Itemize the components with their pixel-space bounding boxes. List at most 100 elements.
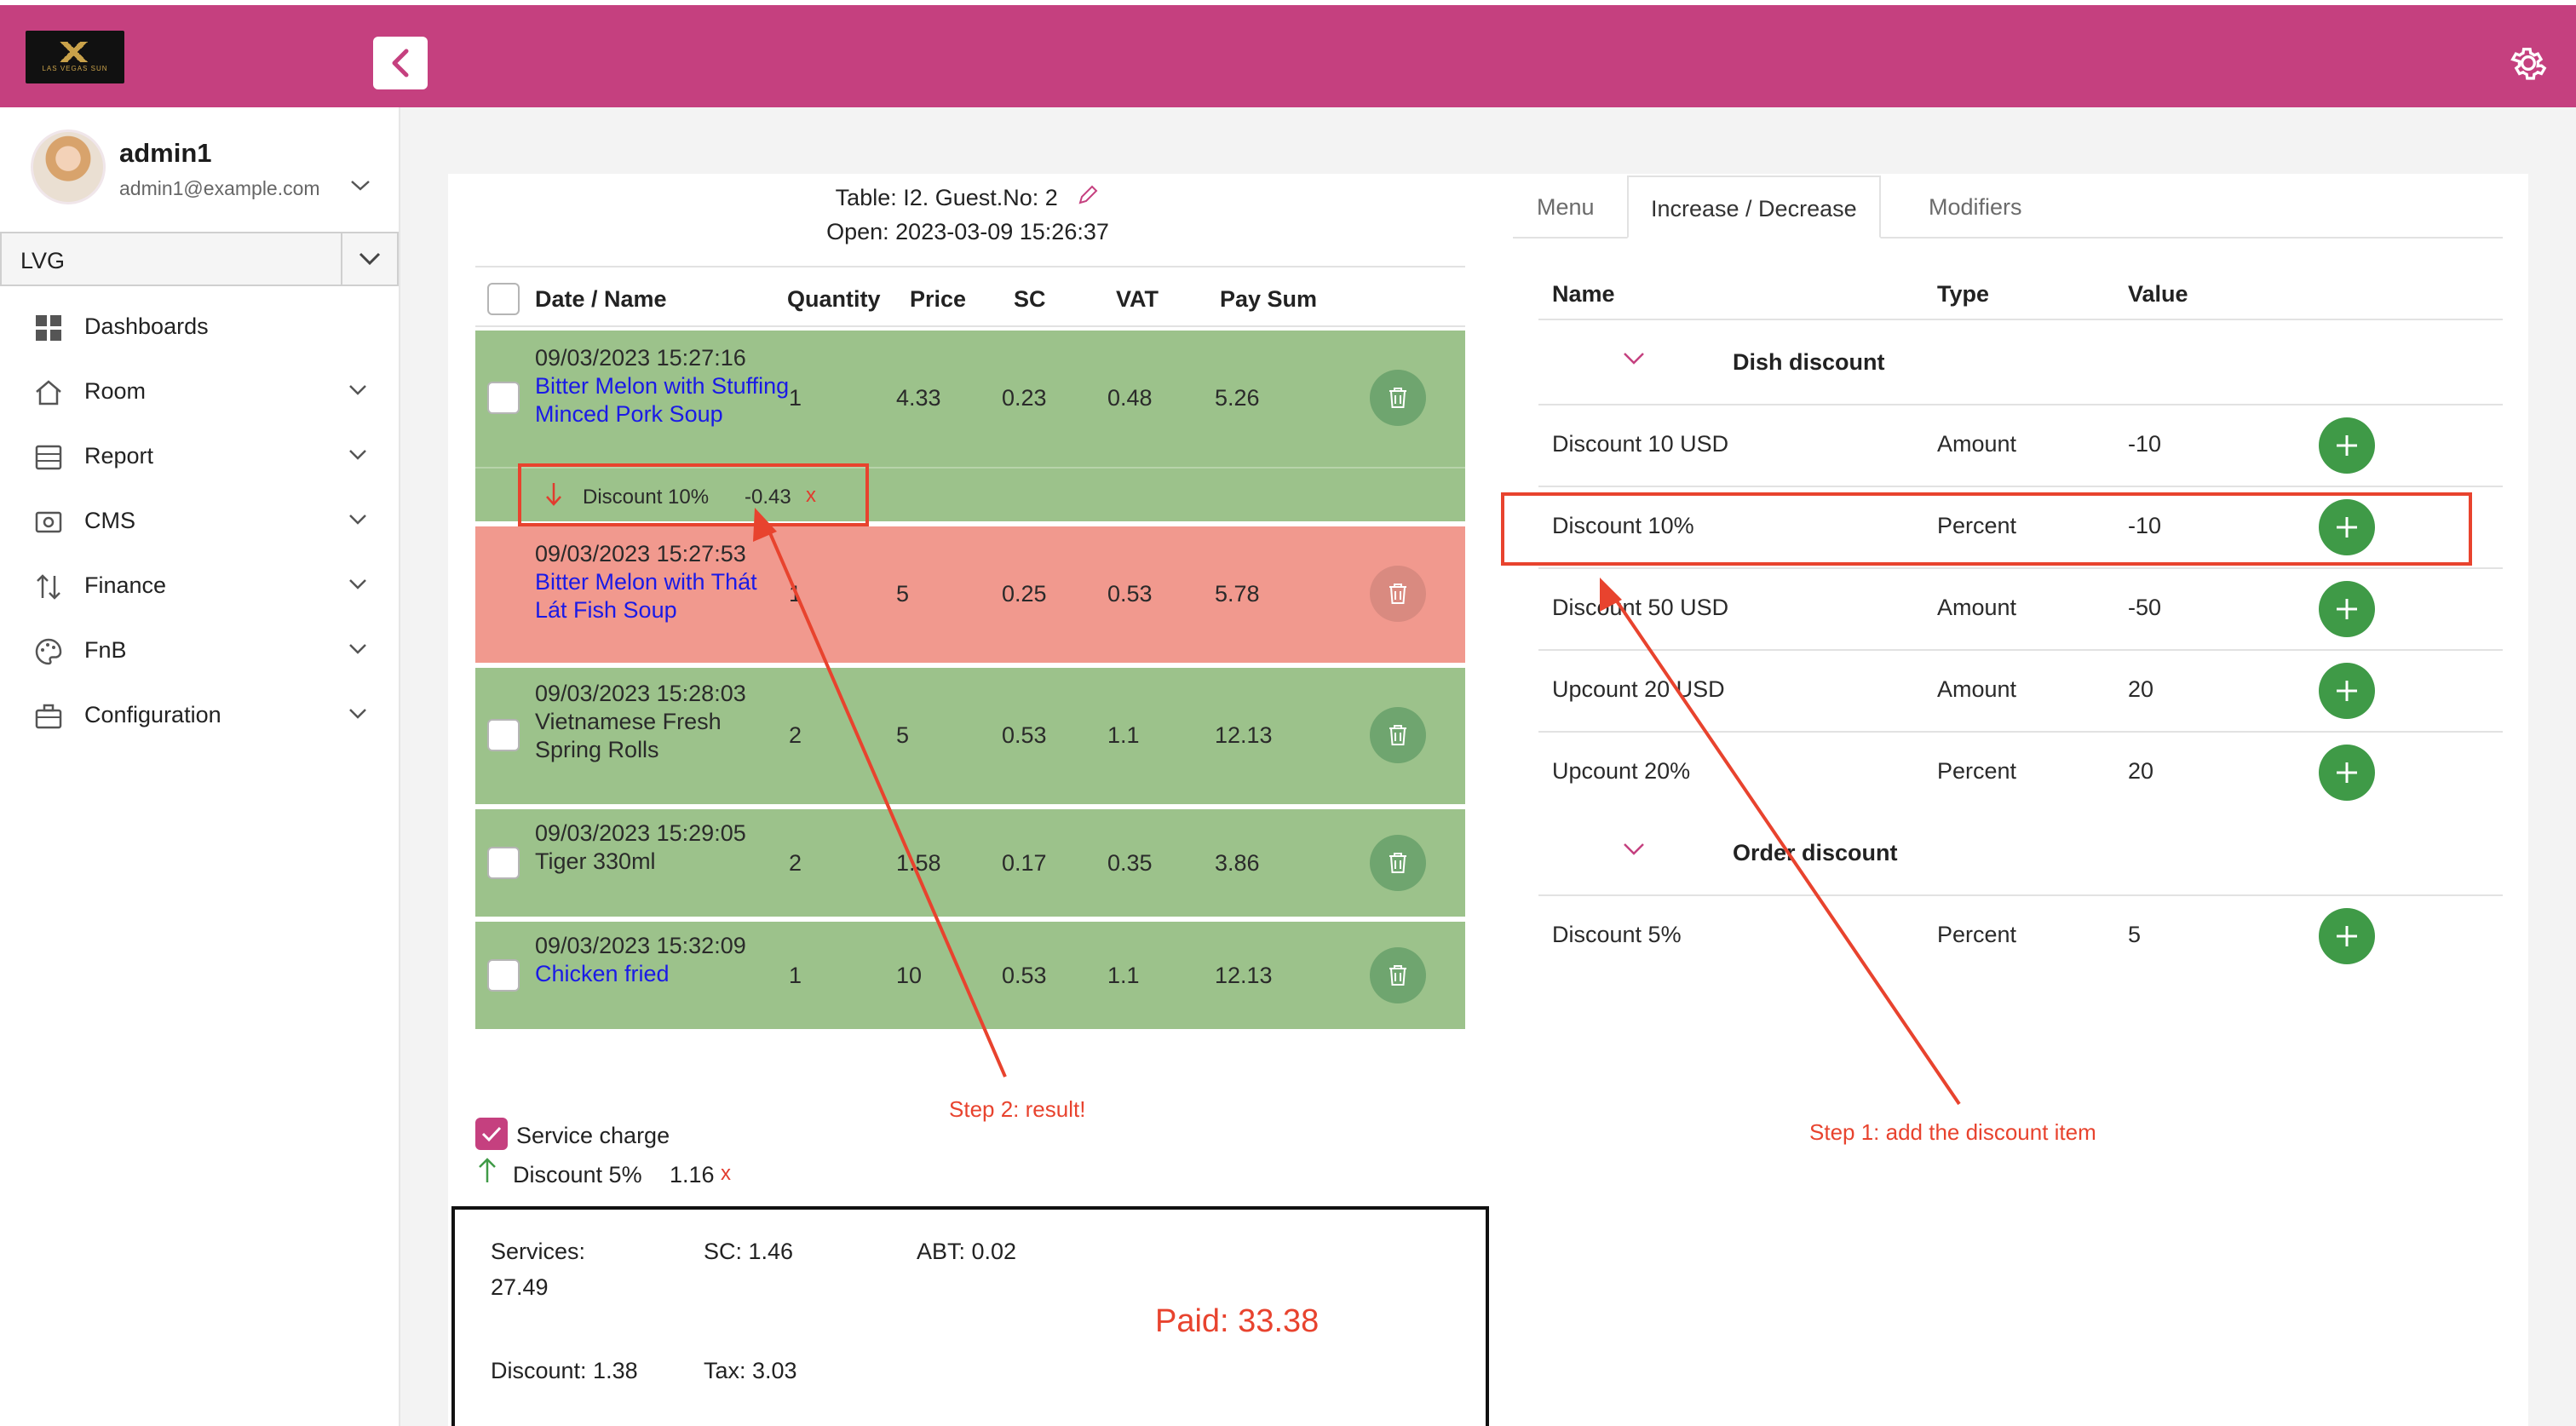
col-date-name: Date / Name: [535, 286, 667, 312]
delete-item-button[interactable]: [1370, 370, 1426, 426]
plus-icon: [2337, 926, 2357, 946]
add-discount-button[interactable]: [2319, 417, 2375, 474]
delete-item-button[interactable]: [1370, 835, 1426, 891]
item-name-link[interactable]: Bitter Melon with Thát Lát Fish Soup: [535, 568, 782, 624]
item-price: 10: [896, 963, 923, 988]
organization-select-toggle[interactable]: [341, 233, 397, 285]
sidebar-item-report[interactable]: Report: [0, 424, 399, 489]
row-checkbox[interactable]: [487, 959, 520, 992]
item-name-link[interactable]: Chicken fried: [535, 960, 765, 988]
trash-icon: [1389, 965, 1406, 986]
add-discount-button[interactable]: [2319, 663, 2375, 719]
trash-icon: [1389, 584, 1406, 604]
chevron-down-icon[interactable]: [349, 179, 371, 193]
brand-logo[interactable]: LAS VEGAS SUN: [26, 31, 124, 83]
remove-order-discount-button[interactable]: x: [721, 1162, 731, 1186]
col-value: Value: [2128, 281, 2188, 307]
sidebar-item-finance[interactable]: Finance: [0, 554, 399, 618]
plus-icon: [2337, 681, 2357, 701]
chevron-left-icon: [392, 49, 409, 78]
sidebar-item-configuration[interactable]: Configuration: [0, 683, 399, 748]
plus-icon: [2337, 435, 2357, 456]
item-vat: 0.53: [1107, 581, 1153, 607]
item-qty: 1: [789, 385, 802, 411]
chevron-down-icon[interactable]: [1622, 351, 1646, 366]
report-icon: [35, 445, 62, 470]
add-discount-button[interactable]: [2319, 581, 2375, 637]
divider: [475, 325, 1465, 327]
divider: [1538, 731, 2503, 733]
col-sc: SC: [1014, 286, 1046, 312]
collapse-sidebar-button[interactable]: [373, 37, 428, 89]
trash-icon: [1389, 725, 1406, 745]
discount-name: Discount 10 USD: [1552, 431, 1729, 457]
divider: [1538, 319, 2503, 320]
tab-menu[interactable]: Menu: [1537, 175, 1595, 239]
order-discount-label: Discount 5%: [513, 1162, 642, 1187]
user-profile[interactable]: admin1 admin1@example.com: [31, 129, 388, 211]
arrow-up-icon: [479, 1158, 496, 1182]
settings-button[interactable]: [2504, 39, 2552, 87]
tab-modifiers[interactable]: Modifiers: [1929, 175, 2022, 239]
order-row[interactable]: 09/03/2023 15:28:03 Vietnamese Fresh Spr…: [475, 668, 1465, 804]
order-row[interactable]: 09/03/2023 15:27:53 Bitter Melon with Th…: [475, 526, 1465, 663]
item-price: 1.58: [896, 850, 941, 876]
sidebar-item-label: Room: [84, 378, 147, 404]
sidebar-item-fnb[interactable]: FnB: [0, 618, 399, 683]
col-quantity: Quantity: [787, 286, 881, 312]
divider: [1538, 567, 2503, 569]
delete-item-button[interactable]: [1370, 566, 1426, 622]
col-vat: VAT: [1116, 286, 1159, 312]
item-vat: 0.48: [1107, 385, 1153, 411]
sidebar-item-cms[interactable]: CMS: [0, 489, 399, 554]
item-name-link[interactable]: Bitter Melon with Stuffing Minced Pork S…: [535, 372, 791, 428]
delete-item-button[interactable]: [1370, 707, 1426, 763]
row-checkbox[interactable]: [487, 382, 520, 414]
summary-discount: Discount: 1.38: [491, 1358, 638, 1383]
row-checkbox[interactable]: [487, 719, 520, 751]
item-date: 09/03/2023 15:32:09: [535, 933, 746, 958]
item-sum: 12.13: [1215, 722, 1273, 748]
item-name: Vietnamese Fresh Spring Rolls: [535, 709, 722, 762]
organization-select[interactable]: LVG: [0, 232, 399, 286]
organization-select-value: LVG: [20, 248, 66, 273]
row-checkbox[interactable]: [487, 847, 520, 879]
logo-text: LAS VEGAS SUN: [42, 65, 108, 72]
order-discount-value: 1.16: [670, 1162, 715, 1187]
item-date-name: 09/03/2023 15:32:09 Chicken fried: [535, 932, 765, 988]
sidebar-item-label: Configuration: [84, 702, 221, 727]
divider: [475, 266, 1465, 267]
discount-value: 20: [2128, 758, 2154, 784]
sidebar-item-room[interactable]: Room: [0, 359, 399, 424]
service-charge-checkbox[interactable]: [475, 1118, 508, 1150]
order-row[interactable]: 09/03/2023 15:32:09 Chicken fried 1 10 0…: [475, 922, 1465, 1029]
item-sc: 0.17: [1002, 850, 1047, 876]
sidebar-item-dashboards[interactable]: Dashboards: [0, 295, 399, 359]
avatar: [31, 129, 106, 204]
add-discount-button[interactable]: [2319, 908, 2375, 964]
delete-item-button[interactable]: [1370, 947, 1426, 1003]
service-charge-label: Service charge: [516, 1123, 670, 1148]
discount-name: Upcount 20%: [1552, 758, 1691, 784]
pencil-icon: [1078, 185, 1098, 204]
item-price: 5: [896, 581, 910, 607]
discount-type: Amount: [1937, 431, 2017, 457]
top-bar: LAS VEGAS SUN: [0, 5, 2576, 107]
order-row[interactable]: 09/03/2023 15:29:05 Tiger 330ml 2 1.58 0…: [475, 809, 1465, 917]
chevron-down-icon[interactable]: [1622, 842, 1646, 857]
divider: [1538, 649, 2503, 651]
edit-order-button[interactable]: [1076, 182, 1100, 216]
sidebar: admin1 admin1@example.com LVG Dashboards…: [0, 107, 400, 1426]
sidebar-item-label: CMS: [84, 508, 135, 533]
item-sc: 0.25: [1002, 581, 1047, 607]
item-sum: 5.78: [1215, 581, 1260, 607]
item-sc: 0.23: [1002, 385, 1047, 411]
add-discount-button[interactable]: [2319, 745, 2375, 801]
col-name: Name: [1552, 281, 1615, 307]
item-vat: 1.1: [1107, 963, 1140, 988]
select-all-checkbox[interactable]: [487, 283, 520, 315]
item-date: 09/03/2023 15:27:16: [535, 345, 746, 371]
order-row[interactable]: 09/03/2023 15:27:16 Bitter Melon with St…: [475, 331, 1465, 467]
tab-increase-decrease[interactable]: Increase / Decrease: [1627, 175, 1881, 239]
item-name: Tiger 330ml: [535, 848, 656, 874]
